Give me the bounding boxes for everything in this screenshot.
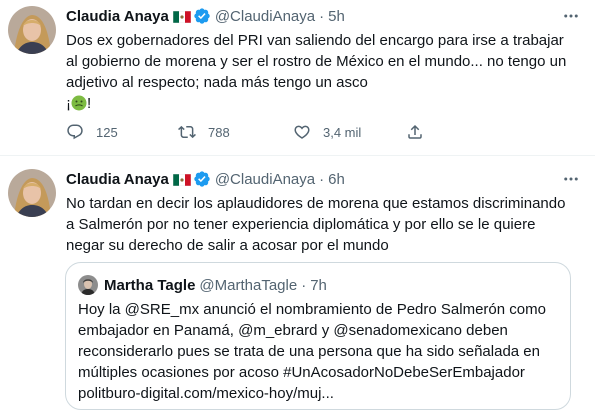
share-icon [408, 124, 422, 139]
author-handle[interactable]: @ClaudiAnaya [215, 8, 315, 25]
like-count: 3,4 mil [323, 124, 362, 140]
author-handle[interactable]: @ClaudiAnaya [215, 171, 315, 188]
tweet[interactable]: Claudia Anaya @ClaudiAnaya · 5h Dos ex g… [0, 0, 595, 156]
quoted-author-name: Martha Tagle [104, 276, 196, 294]
tweet-text-line: adjetivo al respecto; nada más tengo un … [66, 74, 368, 91]
tweet-divider [0, 155, 595, 156]
share-button[interactable] [406, 122, 424, 142]
retweet-count: 788 [208, 124, 230, 140]
mexico-flag-icon [172, 10, 192, 24]
tweet-text-line: a Salmerón por no tener experiencia dipl… [66, 216, 536, 233]
quoted-avatar [78, 275, 98, 295]
exclamation-close: ! [87, 95, 92, 112]
quoted-text-line: Hoy la @SRE_mx anunció el nombramiento d… [78, 301, 546, 318]
tweet-text-line: negar su derecho de salir a acosar por e… [66, 237, 389, 254]
verified-badge-icon [193, 170, 211, 188]
author-name[interactable]: Claudia Anaya [66, 171, 169, 188]
reply-icon [67, 124, 83, 140]
more-options-icon[interactable] [559, 6, 583, 26]
timestamp[interactable]: 6h [328, 171, 345, 188]
tweet-text: Dos ex gobernadores del PRI van saliendo… [66, 30, 586, 114]
like-button[interactable]: 3,4 mil [293, 122, 361, 142]
quoted-tweet[interactable]: Martha Tagle @MarthaTagle · 7h Hoy la @S… [65, 262, 571, 410]
timestamp[interactable]: 5h [328, 8, 345, 25]
quoted-text-line: múltiples ocasiones por acoso #UnAcosado… [78, 364, 525, 381]
reply-button[interactable]: 125 [66, 122, 118, 142]
quoted-tweet-header: Martha Tagle @MarthaTagle · 7h [78, 275, 327, 295]
tweet-text-line: Dos ex gobernadores del PRI van saliendo… [66, 32, 564, 49]
more-options-icon[interactable] [559, 169, 583, 189]
reply-count: 125 [96, 124, 118, 140]
verified-badge-icon [193, 7, 211, 25]
avatar[interactable] [8, 6, 56, 54]
author-name[interactable]: Claudia Anaya [66, 8, 169, 25]
avatar[interactable] [8, 169, 56, 217]
retweet-icon [178, 125, 196, 139]
mexico-flag-icon [172, 173, 192, 187]
tweet-text-line: No tardan en decir los aplaudidores de m… [66, 195, 566, 212]
tweet-actions: 125 788 3,4 mil [66, 122, 576, 144]
tweet-header: Claudia Anaya @ClaudiAnaya · 6h [66, 169, 345, 189]
separator-dot: · [319, 7, 325, 25]
quoted-text-line: embajador en Panamá, @m_ebrard y @senado… [78, 322, 508, 339]
quoted-text-line: reconsiderarlo pues se trata de una pers… [78, 343, 540, 360]
tweet-text: No tardan en decir los aplaudidores de m… [66, 193, 586, 256]
tweet-text-line: ¡! [66, 93, 586, 114]
heart-icon [294, 125, 310, 139]
separator-dot: · [319, 170, 325, 188]
tweet-header: Claudia Anaya @ClaudiAnaya · 5h [66, 6, 345, 26]
quoted-timestamp: 7h [310, 276, 327, 294]
quoted-link[interactable]: politburo-digital.com/mexico-hoy/muj... [78, 383, 568, 404]
retweet-button[interactable]: 788 [178, 122, 230, 142]
tweet-text-line: al gobierno de morena y ser el rostro de… [66, 53, 567, 70]
quoted-author-handle: @MarthaTagle [199, 276, 298, 294]
quoted-tweet-text: Hoy la @SRE_mx anunció el nombramiento d… [78, 299, 568, 404]
separator-dot: · [301, 276, 307, 294]
nauseated-face-icon [71, 95, 87, 111]
